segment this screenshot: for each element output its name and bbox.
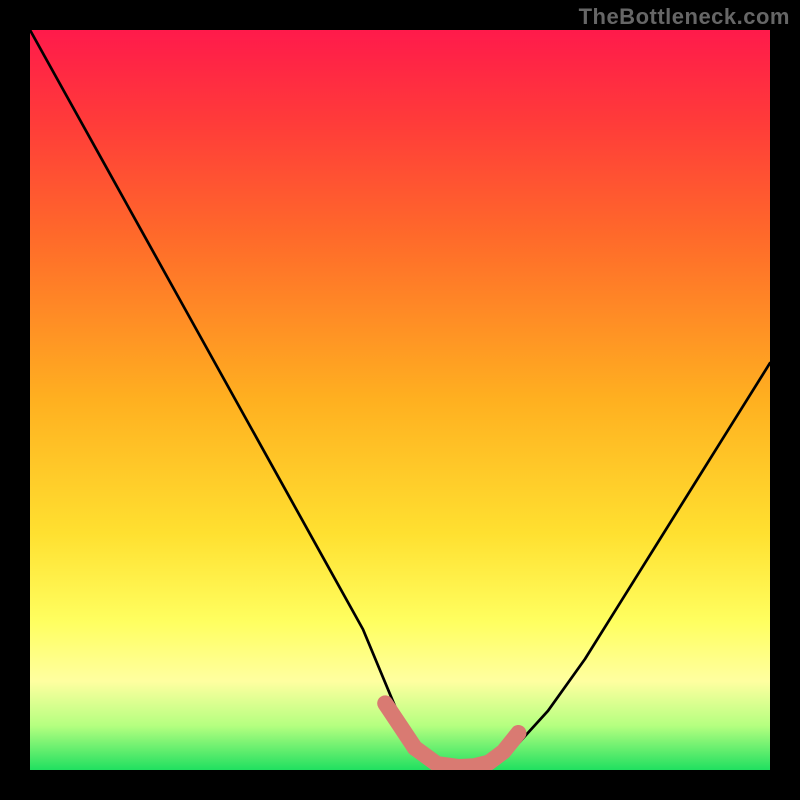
plot-area — [30, 30, 770, 770]
bottleneck-curve — [30, 30, 770, 770]
watermark-text: TheBottleneck.com — [579, 4, 790, 30]
highlight-band-right — [489, 733, 519, 763]
chart-frame: TheBottleneck.com — [0, 0, 800, 800]
highlight-band-flat — [415, 748, 489, 767]
curve-layer — [30, 30, 770, 770]
highlight-band-left — [385, 703, 415, 747]
